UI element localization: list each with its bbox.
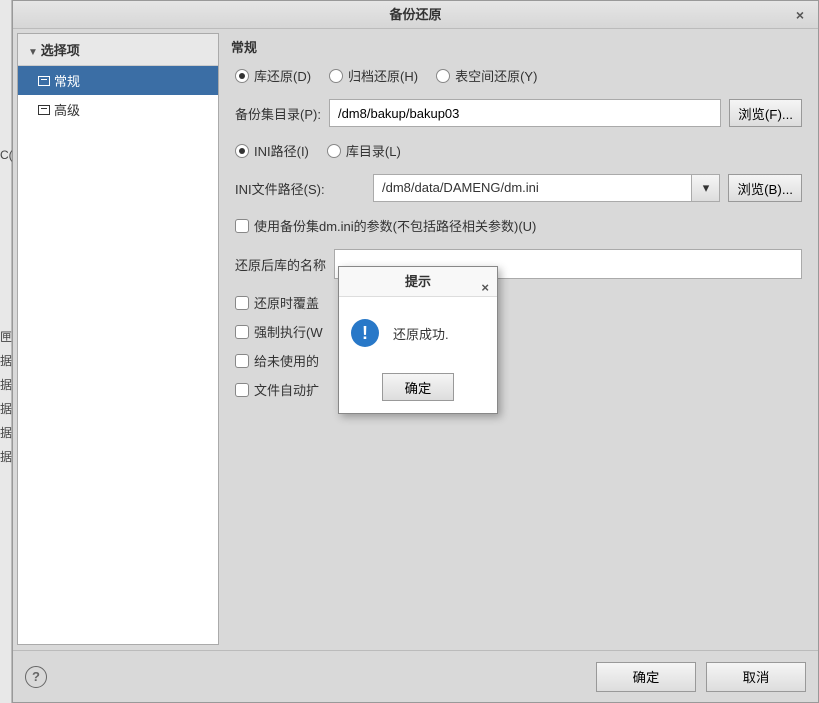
radio-label: 表空间还原(Y): [455, 66, 537, 85]
frag-text: 据: [0, 448, 12, 465]
frag-text: C(: [0, 148, 13, 162]
checkbox-icon: [235, 296, 249, 310]
check-label: 还原时覆盖: [254, 293, 319, 312]
backup-dir-label: 备份集目录(P):: [235, 104, 321, 123]
radio-icon: [329, 69, 343, 83]
radio-db-dir[interactable]: 库目录(L): [327, 141, 401, 160]
unused-checkbox[interactable]: 给未使用的: [235, 351, 319, 370]
frag-text: 据: [0, 376, 12, 393]
auto-extend-checkbox[interactable]: 文件自动扩: [235, 380, 319, 399]
ini-path-label: INI文件路径(S):: [235, 179, 365, 198]
chevron-down-icon[interactable]: ▾: [692, 174, 720, 202]
frag-text: 据: [0, 400, 12, 417]
radio-icon: [235, 69, 249, 83]
main-panel: 常规 库还原(D) 归档还原(H) 表空: [219, 29, 818, 649]
checkbox-icon: [235, 219, 249, 233]
radio-icon: [436, 69, 450, 83]
modal-message: 还原成功.: [393, 324, 449, 343]
info-modal: 提示 × ! 还原成功. 确定: [338, 266, 498, 414]
force-exec-checkbox[interactable]: 强制执行(W: [235, 322, 323, 341]
info-icon: !: [351, 319, 379, 347]
dialog-title: 备份还原: [389, 7, 441, 22]
frag-text: 据: [0, 352, 12, 369]
checkbox-icon: [235, 383, 249, 397]
radio-archive-restore[interactable]: 归档还原(H): [329, 66, 418, 85]
check-label: 使用备份集dm.ini的参数(不包括路径相关参数)(U): [254, 216, 536, 235]
radio-icon: [327, 144, 341, 158]
background-panel-fragment: C( 匣 据 据 据 据 据: [0, 0, 12, 703]
use-backup-ini-checkbox[interactable]: 使用备份集dm.ini的参数(不包括路径相关参数)(U): [235, 216, 536, 235]
ok-button[interactable]: 确定: [596, 662, 696, 692]
checkbox-icon: [235, 325, 249, 339]
checkbox-icon: [235, 354, 249, 368]
modal-title-text: 提示: [405, 274, 431, 289]
restore-type-radio-group: 库还原(D) 归档还原(H) 表空间还原(Y): [235, 66, 537, 85]
radio-label: 归档还原(H): [348, 66, 418, 85]
radio-label: INI路径(I): [254, 141, 309, 160]
radio-icon: [235, 144, 249, 158]
path-type-radio-group: INI路径(I) 库目录(L): [235, 141, 401, 160]
page-icon: [38, 76, 50, 86]
sidebar-item-advanced[interactable]: 高级: [18, 95, 218, 124]
sidebar-item-label: 常规: [54, 71, 80, 90]
radio-label: 库目录(L): [346, 141, 401, 160]
frag-text: 匣: [0, 328, 12, 345]
backup-dir-input[interactable]: [329, 99, 721, 127]
browse-ini-path-button[interactable]: 浏览(B)...: [728, 174, 802, 202]
modal-ok-button[interactable]: 确定: [382, 373, 454, 401]
close-icon[interactable]: ×: [790, 5, 810, 25]
restore-db-name-label: 还原后库的名称: [235, 255, 326, 274]
radio-ini-path[interactable]: INI路径(I): [235, 141, 309, 160]
cancel-button[interactable]: 取消: [706, 662, 806, 692]
sidebar-header[interactable]: 选择项: [18, 34, 218, 66]
check-label: 给未使用的: [254, 351, 319, 370]
overwrite-checkbox[interactable]: 还原时覆盖: [235, 293, 319, 312]
sidebar-item-general[interactable]: 常规: [18, 66, 218, 95]
check-label: 文件自动扩: [254, 380, 319, 399]
close-icon[interactable]: ×: [481, 273, 489, 303]
sidebar-item-label: 高级: [54, 100, 80, 119]
ini-path-combo[interactable]: /dm8/data/DAMENG/dm.ini ▾: [373, 174, 720, 202]
browse-backup-dir-button[interactable]: 浏览(F)...: [729, 99, 802, 127]
frag-text: 据: [0, 424, 12, 441]
radio-tablespace-restore[interactable]: 表空间还原(Y): [436, 66, 537, 85]
radio-db-restore[interactable]: 库还原(D): [235, 66, 311, 85]
modal-titlebar: 提示 ×: [339, 267, 497, 297]
page-icon: [38, 105, 50, 115]
ini-path-value[interactable]: /dm8/data/DAMENG/dm.ini: [373, 174, 692, 202]
section-title: 常规: [225, 33, 812, 66]
radio-label: 库还原(D): [254, 66, 311, 85]
dialog-titlebar: 备份还原 ×: [13, 1, 818, 29]
sidebar: 选择项 常规 高级: [17, 33, 219, 645]
dialog-button-bar: ? 确定 取消: [13, 650, 818, 702]
check-label: 强制执行(W: [254, 322, 323, 341]
help-icon[interactable]: ?: [25, 666, 47, 688]
